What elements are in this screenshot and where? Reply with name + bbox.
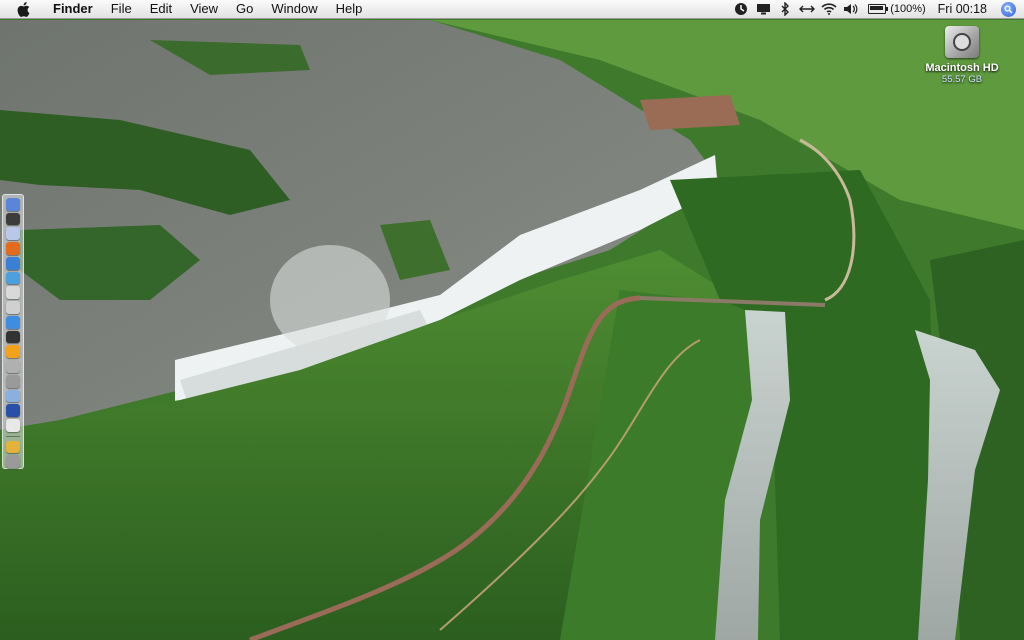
system-preferences-icon[interactable]: [6, 212, 20, 226]
app-icon[interactable]: [6, 374, 20, 388]
app-icon[interactable]: [6, 440, 20, 454]
battery-icon: [868, 4, 889, 14]
safari-icon[interactable]: [6, 315, 20, 329]
menubar-clock[interactable]: Fri 00:18: [932, 2, 997, 16]
battery-percent: (100%): [890, 3, 926, 15]
menu-go[interactable]: Go: [227, 0, 262, 18]
app-icon[interactable]: [6, 271, 20, 285]
menu-file[interactable]: File: [102, 0, 141, 18]
mail-icon[interactable]: [6, 227, 20, 241]
dock: [2, 194, 24, 469]
menu-help[interactable]: Help: [327, 0, 372, 18]
menu-bar: Finder File Edit View Go Window Help (10…: [0, 0, 1024, 19]
app-icon[interactable]: [6, 404, 20, 418]
menu-extras: (100%) Fri 00:18: [730, 0, 1024, 18]
itunes-icon[interactable]: [6, 256, 20, 270]
spotlight-icon[interactable]: [1001, 1, 1016, 17]
battery-fill: [870, 6, 884, 10]
preview-icon[interactable]: [6, 286, 20, 300]
trash-icon[interactable]: [6, 455, 20, 469]
display-icon[interactable]: [752, 0, 774, 18]
terminal-icon[interactable]: [6, 330, 20, 344]
menu-window[interactable]: Window: [262, 0, 326, 18]
apple-logo-icon[interactable]: [16, 1, 30, 17]
finder-icon[interactable]: [6, 198, 20, 211]
bluetooth-icon[interactable]: [774, 0, 796, 18]
app-icon[interactable]: [6, 389, 20, 403]
hard-drive-icon[interactable]: [945, 26, 979, 58]
timemachine-icon[interactable]: [730, 0, 752, 18]
macintosh-hd-drive[interactable]: Macintosh HD 55.57 GB: [918, 26, 1006, 85]
menu-edit[interactable]: Edit: [141, 0, 181, 18]
desktop-wallpaper: [0, 0, 1024, 640]
vlc-icon[interactable]: [6, 345, 20, 359]
volume-icon[interactable]: [840, 0, 862, 18]
app-icon[interactable]: [6, 360, 20, 373]
battery-status[interactable]: (100%): [862, 3, 931, 15]
sync-icon[interactable]: [796, 0, 818, 18]
firefox-icon[interactable]: [6, 242, 20, 255]
drive-size: 55.57 GB: [941, 74, 983, 85]
wifi-icon[interactable]: [818, 0, 840, 18]
drive-name: Macintosh HD: [925, 62, 999, 74]
menu-finder[interactable]: Finder: [44, 0, 102, 18]
menu-view[interactable]: View: [181, 0, 227, 18]
calendar-icon[interactable]: [6, 301, 20, 314]
app-icon[interactable]: [6, 419, 20, 432]
dock-separator: [6, 435, 20, 437]
